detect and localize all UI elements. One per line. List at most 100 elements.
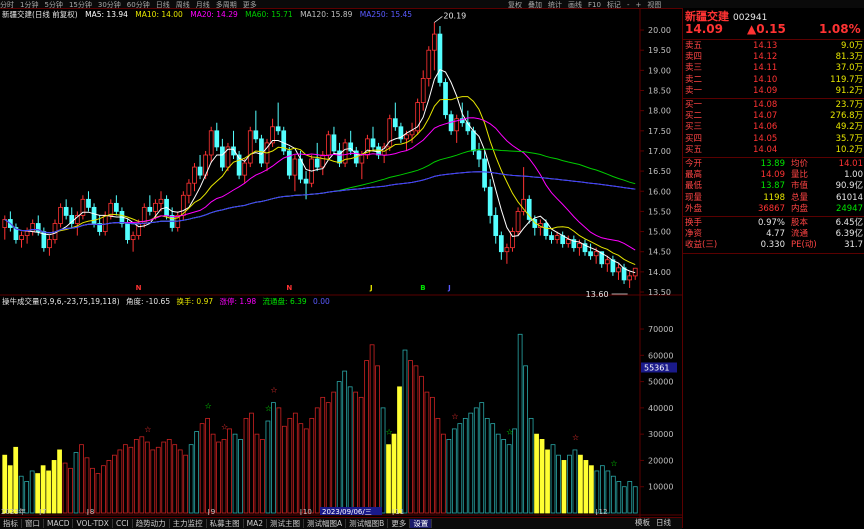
volume-bar[interactable] [550, 444, 556, 514]
volume-bar[interactable] [589, 465, 594, 514]
volume-bar[interactable] [84, 457, 90, 514]
candle-body[interactable] [432, 33, 437, 51]
volume-bar[interactable] [369, 344, 375, 514]
volume-bar[interactable] [545, 449, 550, 514]
candle-body[interactable] [588, 251, 593, 257]
indicator-tab[interactable]: VOL-TDX [73, 519, 113, 528]
volume-bar[interactable] [572, 449, 578, 514]
volume-bar[interactable] [479, 402, 485, 514]
volume-bar[interactable] [46, 470, 51, 514]
candle-body[interactable] [259, 138, 264, 164]
volume-bar[interactable] [35, 473, 41, 514]
volume-bar[interactable] [397, 386, 402, 514]
candle-body[interactable] [58, 206, 63, 224]
candle-body[interactable] [487, 186, 493, 216]
candle-body[interactable] [30, 223, 36, 232]
volume-bar[interactable] [616, 481, 622, 514]
candle-body[interactable] [275, 126, 281, 132]
candle-body[interactable] [303, 178, 309, 184]
volume-bar[interactable] [512, 428, 518, 514]
indicator-tab[interactable]: 指标 [0, 519, 22, 528]
indicator-tab[interactable]: 趋势动力 [132, 519, 170, 528]
volume-bar[interactable] [271, 402, 276, 514]
candle-body[interactable] [616, 267, 621, 273]
volume-bar[interactable] [68, 467, 73, 514]
candle-body[interactable] [482, 158, 487, 188]
candle-body[interactable] [409, 130, 415, 136]
volume-bar[interactable] [281, 425, 287, 514]
candle-body[interactable] [292, 158, 298, 176]
candle-body[interactable] [426, 49, 432, 79]
volume-bar[interactable] [29, 470, 35, 514]
candle-body[interactable] [86, 198, 91, 208]
candle-body[interactable] [130, 235, 136, 241]
candle-body[interactable] [471, 130, 476, 152]
volume-bar[interactable] [528, 417, 534, 514]
volume-bar[interactable] [539, 439, 545, 514]
volume-bar[interactable] [40, 465, 46, 514]
candle-body[interactable] [392, 118, 398, 128]
chart-area[interactable]: 20.00 19.50 19.00 18.50 18.00 17.50 17.00 16.50… [0, 8, 682, 517]
volume-bar[interactable] [402, 349, 408, 514]
volume-bar[interactable] [621, 486, 627, 514]
candle-body[interactable] [604, 259, 610, 265]
volume-bar[interactable] [243, 417, 249, 514]
volume-bar[interactable] [353, 391, 359, 514]
volume-bar[interactable] [325, 402, 331, 514]
candle-body[interactable] [370, 138, 376, 148]
volume-bar[interactable] [364, 360, 369, 514]
volume-bar[interactable] [578, 454, 583, 514]
volume-bar[interactable] [210, 433, 216, 514]
volume-bar[interactable] [139, 436, 145, 514]
volume-bar[interactable] [79, 444, 84, 514]
volume-bar[interactable] [473, 407, 479, 514]
candle-body[interactable] [197, 166, 203, 176]
candle-body[interactable] [24, 231, 30, 236]
volume-bar[interactable] [347, 386, 353, 514]
volume-bar[interactable] [517, 333, 523, 514]
volume-bar[interactable] [2, 454, 8, 514]
candle-body[interactable] [192, 166, 197, 184]
candle-body[interactable] [498, 235, 504, 253]
volume-bar[interactable] [161, 441, 167, 514]
volume-bar[interactable] [303, 428, 309, 514]
indicator-tab[interactable]: 测试幅图A [304, 519, 347, 528]
volume-bar[interactable] [221, 439, 227, 514]
volume-bar[interactable] [495, 433, 501, 514]
candle-body[interactable] [253, 130, 259, 140]
candle-body[interactable] [153, 202, 158, 212]
volume-bar[interactable] [166, 439, 172, 514]
indicator-tab[interactable]: 私募主图 [206, 519, 244, 528]
volume-bar[interactable] [430, 396, 435, 514]
volume-bar[interactable] [336, 381, 342, 514]
volume-bar[interactable] [13, 446, 19, 514]
volume-bar[interactable] [534, 433, 539, 514]
volume-bar[interactable] [342, 370, 348, 514]
volume-bar[interactable] [7, 465, 13, 514]
indicator-tab[interactable]: MACD [44, 519, 74, 528]
candle-body[interactable] [286, 150, 292, 176]
volume-bar[interactable] [177, 449, 183, 514]
candle-body[interactable] [247, 130, 253, 164]
volume-bar[interactable] [358, 396, 364, 514]
candle-body[interactable] [331, 134, 337, 152]
template-tab[interactable]: 日线 [653, 518, 674, 527]
volume-bar[interactable] [309, 417, 315, 514]
candle-body[interactable] [549, 235, 554, 241]
candle-body[interactable] [515, 211, 521, 232]
volume-bar[interactable] [73, 452, 79, 514]
volume-bar[interactable] [254, 433, 260, 514]
volume-bar[interactable] [144, 441, 150, 514]
volume-bar[interactable] [490, 423, 496, 514]
candle-body[interactable] [314, 158, 320, 168]
candle-body[interactable] [627, 275, 632, 281]
candle-body[interactable] [593, 251, 599, 257]
volume-bar[interactable] [501, 439, 507, 514]
template-tab[interactable]: 模板 [632, 518, 653, 527]
candle-body[interactable] [577, 243, 582, 249]
volume-bar[interactable] [413, 365, 419, 514]
indicator-tab[interactable]: 更多 [388, 519, 411, 528]
indicator-tab[interactable]: 窗口 [22, 519, 44, 528]
volume-bar[interactable] [320, 396, 326, 514]
candle-body[interactable] [420, 78, 426, 103]
